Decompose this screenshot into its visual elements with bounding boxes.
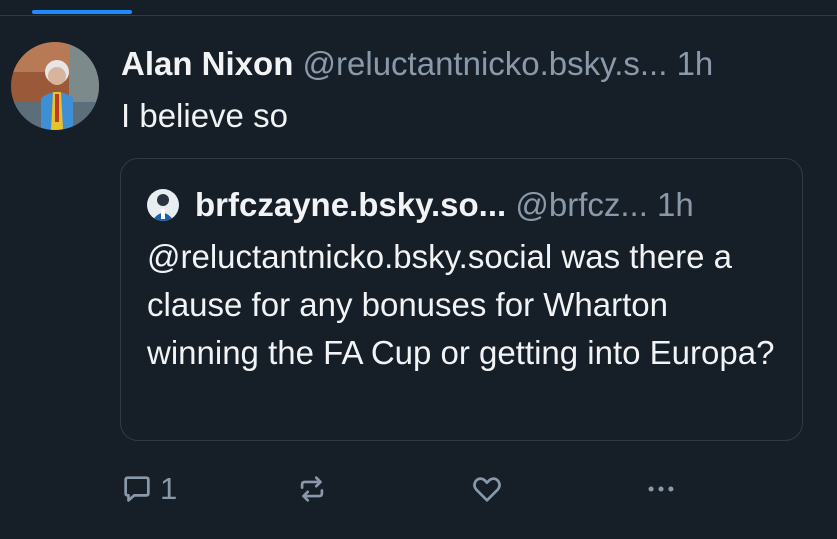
quoted-author-avatar: [147, 189, 179, 221]
active-tab-indicator: [32, 10, 132, 14]
divider: [0, 15, 837, 16]
quoted-post-card[interactable]: brfczayne.bsky.so... @brfcz... 1h @reluc…: [120, 158, 803, 441]
post-header: Alan Nixon @reluctantnicko.bsky.s... 1h: [121, 40, 713, 88]
author-avatar[interactable]: [11, 42, 99, 130]
post-text: I believe so: [121, 97, 288, 134]
reply-count: 1: [160, 471, 178, 506]
quoted-post-text: @reluctantnicko.bsky.social was there a …: [147, 238, 775, 371]
avatar-image: [11, 42, 99, 130]
post-timestamp[interactable]: 1h: [677, 45, 714, 82]
like-button[interactable]: [470, 472, 504, 506]
quoted-author-name: brfczayne.bsky.so...: [195, 186, 507, 223]
quoted-post-header: brfczayne.bsky.so... @brfcz... 1h: [195, 181, 694, 229]
more-icon: [648, 486, 674, 492]
quoted-post-timestamp: 1h: [657, 186, 694, 223]
repost-button[interactable]: [295, 472, 329, 506]
more-options-button[interactable]: [644, 472, 678, 506]
reply-button[interactable]: 1: [120, 470, 177, 508]
repost-icon: [300, 476, 324, 502]
avatar-image: [147, 189, 179, 221]
heart-icon: [473, 477, 501, 502]
quoted-author-handle: @brfcz...: [515, 186, 648, 223]
post-actions-bar: 1: [0, 470, 837, 510]
author-name[interactable]: Alan Nixon: [121, 45, 293, 82]
reply-icon: [124, 476, 150, 502]
author-handle[interactable]: @reluctantnicko.bsky.s...: [303, 45, 668, 82]
